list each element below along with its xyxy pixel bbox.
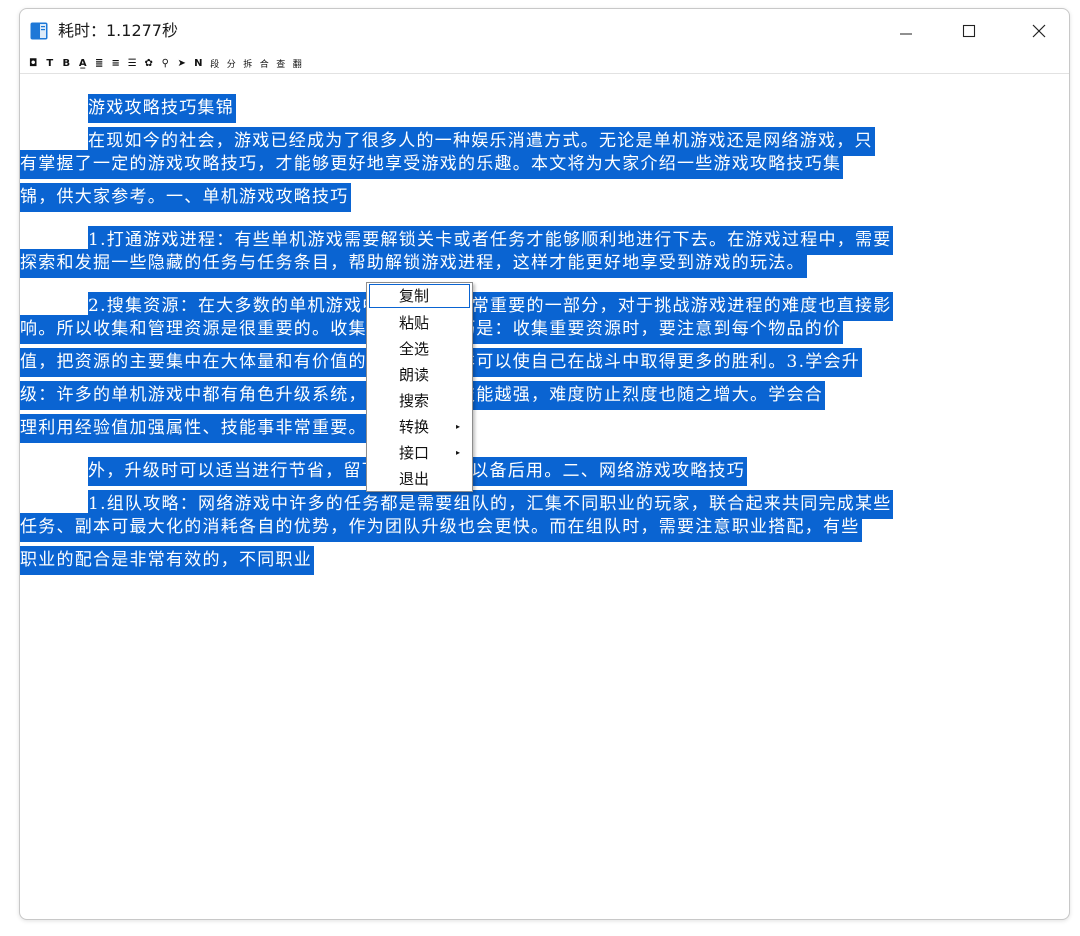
maximize-icon — [962, 24, 976, 38]
selected-text: 理利用经验值加强属性、技能事非常重要。此 — [20, 414, 387, 443]
square-tool-button[interactable]: ◘ — [25, 55, 42, 71]
selected-text: 锦，供大家参考。一、单机游戏攻略技巧 — [20, 183, 351, 212]
menu-item-search[interactable]: 搜索 — [367, 388, 472, 414]
menu-item-copy[interactable]: 复制 — [369, 284, 470, 308]
paragraph-line: 1.打通游戏进程：有些单机游戏需要解锁关卡或者任务才能够顺利地进行下去。在游戏过… — [20, 214, 1069, 255]
send-tool-button[interactable]: ➤ — [174, 55, 191, 71]
color-palette-tool-button[interactable]: ✿ — [141, 55, 158, 71]
bold-tool-button[interactable]: B — [58, 55, 75, 71]
selected-text: 职业的配合是非常有效的，不同职业 — [20, 546, 314, 575]
formatting-toolbar: ◘ T B A̲ ≣ ≡ ☰ ✿ ⚲ ➤ N 段 分 拆 合 查 翻 — [20, 53, 1069, 73]
break-tool-button[interactable]: 拆 — [240, 55, 257, 71]
menu-item-read-aloud[interactable]: 朗读 — [367, 362, 472, 388]
align-justify-tool-button[interactable]: ☰ — [124, 55, 141, 71]
paragraph-line: 任务、副本可最大化的消耗各自的优势，作为团队升级也会更快。而在组队时，需要注意职… — [20, 511, 1069, 544]
paragraph-line: 理利用经验值加强属性、技能事非常重要。此 — [20, 412, 1069, 445]
close-icon — [1032, 24, 1046, 38]
toolbar-divider — [20, 73, 1069, 74]
window-title: 耗时：1.1277秒 — [58, 21, 178, 40]
text-tool-button[interactable]: T — [42, 55, 59, 71]
search-tool-button[interactable]: ⚲ — [157, 55, 174, 71]
paragraph-line: 在现如今的社会，游戏已经成为了很多人的一种娱乐消遣方式。无论是单机游戏还是网络游… — [20, 115, 1069, 156]
split-tool-button[interactable]: 分 — [223, 55, 240, 71]
paragraph-line: 职业的配合是非常有效的，不同职业 — [20, 544, 1069, 577]
maximize-button[interactable] — [941, 9, 997, 53]
paragraph-line: 游戏攻略技巧集锦 — [20, 82, 1069, 123]
paragraph-line: 锦，供大家参考。一、单机游戏攻略技巧 — [20, 181, 1069, 214]
translate-tool-button[interactable]: 翻 — [289, 55, 306, 71]
underline-color-tool-button[interactable]: A̲ — [75, 55, 92, 71]
paragraph-line: 值，把资源的主要集中在大体量和有价值的地方上，这样可以使自己在战斗中取得更多的胜… — [20, 346, 1069, 379]
paragraph-line: 外，升级时可以适当进行节省，留下一些经验值以备后用。二、网络游戏攻略技巧 — [20, 445, 1069, 486]
align-center-tool-button[interactable]: ≡ — [108, 55, 125, 71]
paragraph-line: 级：许多的单机游戏中都有角色升级系统，等级越高，技能越强，难度防止烈度也随之增大… — [20, 379, 1069, 412]
align-left-tool-button[interactable]: ≣ — [91, 55, 108, 71]
minimize-icon — [900, 33, 912, 35]
selected-text: 有掌握了一定的游戏攻略技巧，才能够更好地享受游戏的乐趣。本文将为大家介绍一些游戏… — [20, 150, 844, 179]
normal-tool-button[interactable]: N — [190, 55, 207, 71]
app-window: 耗时：1.1277秒 ◘ T B A̲ ≣ ≡ ☰ ✿ ⚲ ➤ N 段 分 拆 … — [19, 8, 1070, 920]
paragraph-line: 1.组队攻略：网络游戏中许多的任务都是需要组队的，汇集不同职业的玩家，联合起来共… — [20, 478, 1069, 519]
selected-text: 探索和发掘一些隐藏的任务与任务条目，帮助解锁游戏进程，这样才能更好地享受到游戏的… — [20, 249, 807, 278]
paragraph-line: 有掌握了一定的游戏攻略技巧，才能够更好地享受游戏的乐趣。本文将为大家介绍一些游戏… — [20, 148, 1069, 181]
text-editor[interactable]: 游戏攻略技巧集锦 在现如今的社会，游戏已经成为了很多人的一种娱乐消遣方式。无论是… — [20, 82, 1069, 912]
menu-item-exit[interactable]: 退出 — [367, 466, 472, 492]
submenu-arrow-icon: ▸ — [456, 448, 461, 457]
document-app-icon — [30, 22, 48, 40]
paragraph-line: 2.搜集资源：在大多数的单机游戏中，资源是非常重要的一部分，对于挑战游戏进程的难… — [20, 280, 1069, 321]
submenu-arrow-icon: ▸ — [456, 422, 461, 431]
menu-item-select-all[interactable]: 全选 — [367, 336, 472, 362]
minimize-button[interactable] — [878, 9, 934, 53]
close-button[interactable] — [1011, 9, 1067, 53]
check-tool-button[interactable]: 查 — [273, 55, 290, 71]
paragraph-tool-button[interactable]: 段 — [207, 55, 224, 71]
paragraph-line: 响。所以收集和管理资源是很重要的。收集资源的小技巧是：收集重要资源时，要注意到每… — [20, 313, 1069, 346]
context-menu: 复制 粘贴 全选 朗读 搜索 转换 ▸ 接口 ▸ 退出 — [366, 282, 473, 492]
title-bar[interactable]: 耗时：1.1277秒 — [20, 9, 1069, 53]
selected-text: 任务、副本可最大化的消耗各自的优势，作为团队升级也会更快。而在组队时，需要注意职… — [20, 513, 862, 542]
paragraph-line: 探索和发掘一些隐藏的任务与任务条目，帮助解锁游戏进程，这样才能更好地享受到游戏的… — [20, 247, 1069, 280]
menu-item-paste[interactable]: 粘贴 — [367, 310, 472, 336]
merge-tool-button[interactable]: 合 — [256, 55, 273, 71]
menu-item-convert[interactable]: 转换 ▸ — [367, 414, 472, 440]
menu-item-interface[interactable]: 接口 ▸ — [367, 440, 472, 466]
